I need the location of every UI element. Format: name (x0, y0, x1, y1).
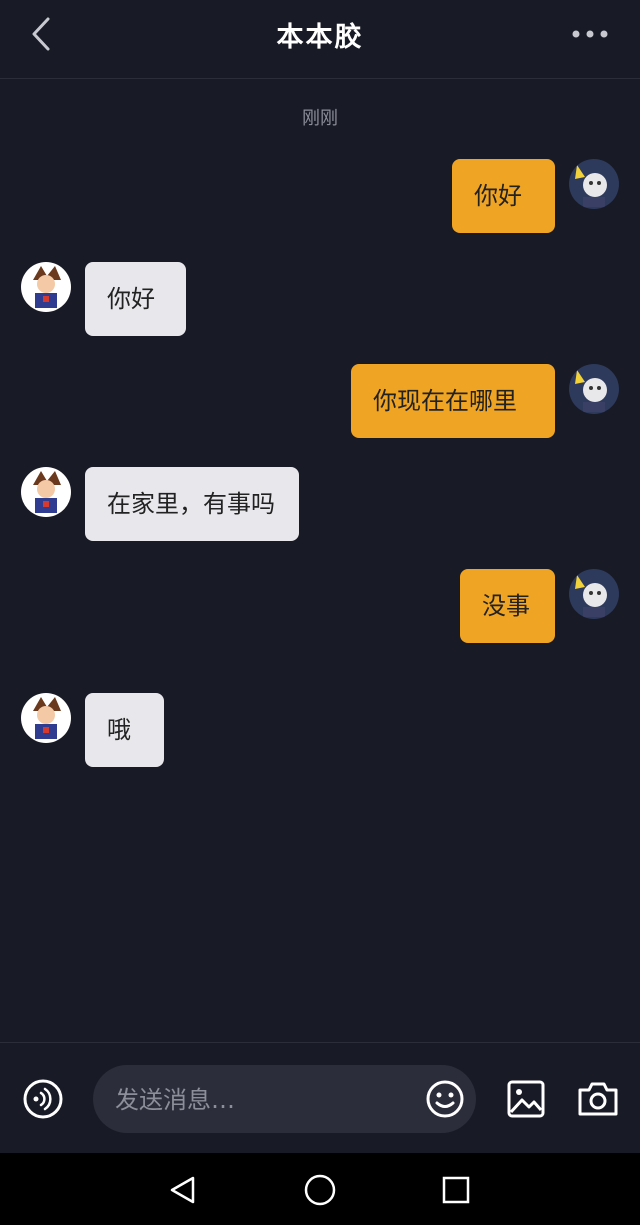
sent-message-bubble[interactable]: 没事 (460, 569, 555, 643)
message-timestamp: 刚刚 (302, 108, 338, 129)
emoji-icon (426, 1080, 464, 1118)
received-message-bubble[interactable]: 哦 (85, 693, 164, 767)
nav-recent-button[interactable] (441, 1175, 471, 1205)
nav-back-icon (170, 1176, 195, 1204)
more-button[interactable] (570, 24, 610, 44)
image-icon (507, 1080, 545, 1118)
my-avatar[interactable] (569, 364, 619, 414)
received-message-bubble[interactable]: 在家里，有事吗 (85, 467, 299, 541)
chat-header: 本本胶 (0, 0, 640, 79)
received-message-bubble[interactable]: 你好 (85, 262, 186, 336)
nav-home-icon (304, 1174, 336, 1206)
camera-button[interactable] (577, 1081, 619, 1117)
voice-icon (23, 1079, 63, 1119)
system-nav-bar (0, 1153, 640, 1225)
contact-avatar[interactable] (21, 467, 71, 517)
contact-avatar[interactable] (21, 262, 71, 312)
nav-back-button[interactable] (168, 1175, 198, 1205)
image-button[interactable] (507, 1080, 545, 1118)
nav-home-button[interactable] (303, 1173, 337, 1207)
sent-message-bubble[interactable]: 你好 (452, 159, 555, 233)
chat-title: 本本胶 (276, 22, 364, 53)
message-input-bar (0, 1042, 640, 1153)
my-avatar[interactable] (569, 159, 619, 209)
message-input-container (93, 1065, 476, 1135)
sent-message-bubble[interactable]: 你现在在哪里 (351, 364, 555, 438)
more-dots-icon (572, 30, 608, 38)
emoji-button[interactable] (425, 1079, 465, 1119)
message-input[interactable] (113, 1065, 417, 1135)
nav-recent-icon (442, 1176, 470, 1204)
voice-button[interactable] (22, 1078, 64, 1120)
contact-avatar[interactable] (21, 693, 71, 743)
camera-icon (578, 1082, 618, 1116)
my-avatar[interactable] (569, 569, 619, 619)
